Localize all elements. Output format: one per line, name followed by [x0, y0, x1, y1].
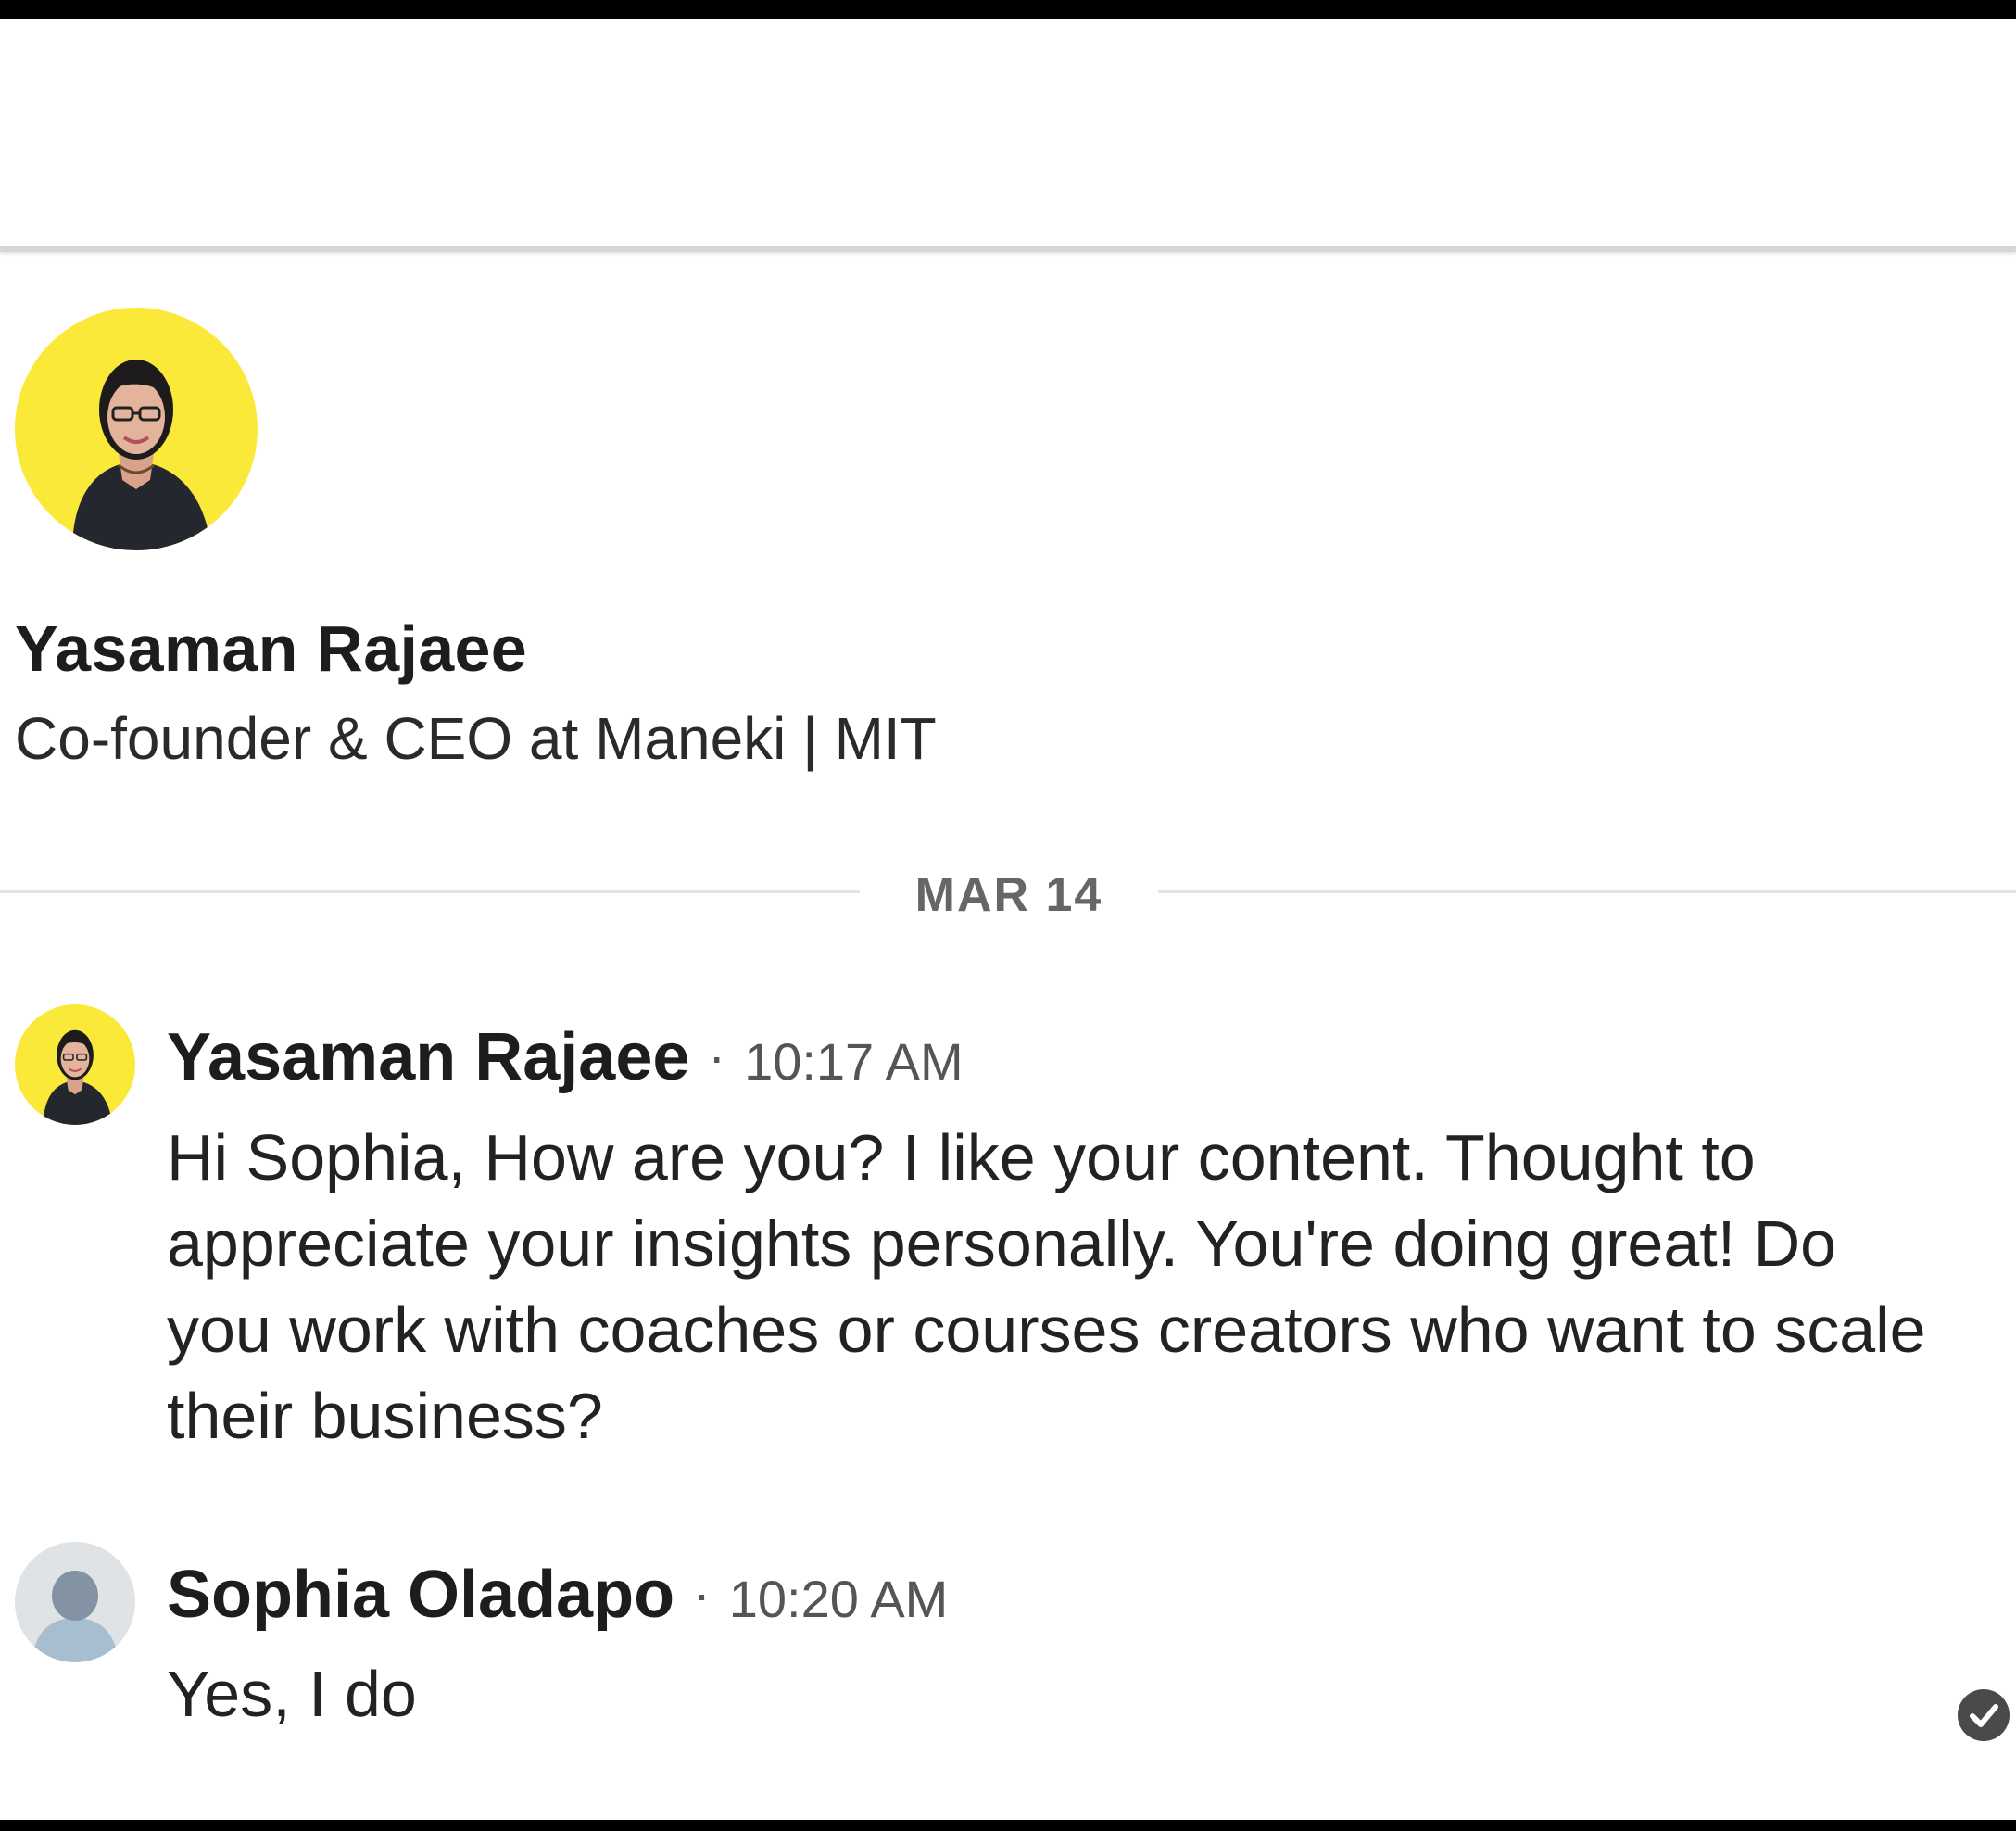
- person-photo-icon: [72, 360, 211, 550]
- read-check-icon: [1958, 1689, 2010, 1741]
- profile-avatar[interactable]: [15, 308, 258, 550]
- date-divider-line: [1158, 890, 2016, 893]
- message-time: 10:17 AM: [744, 1032, 964, 1091]
- message-text: Hi Sophia, How are you? I like your cont…: [167, 1121, 1926, 1452]
- profile-name[interactable]: Yasaman Rajaee: [15, 612, 527, 686]
- date-divider-line: [0, 890, 860, 893]
- sender-avatar[interactable]: [15, 1004, 135, 1125]
- person-photo-icon: [43, 1029, 113, 1125]
- message-header: Yasaman Rajaee · 10:17 AM: [167, 1019, 964, 1095]
- message-text: Yes, I do: [167, 1658, 417, 1730]
- messaging-screen: Yasaman Rajaee Co-founder & CEO at Manek…: [0, 19, 2016, 1820]
- date-divider-label: MAR 14: [914, 868, 1103, 922]
- sender-name[interactable]: Yasaman Rajaee: [167, 1020, 689, 1094]
- message-time: 10:20 AM: [728, 1570, 949, 1628]
- separator-dot: ·: [693, 1564, 711, 1623]
- sender-name[interactable]: Sophia Oladapo: [167, 1558, 674, 1632]
- top-bar-area: [0, 19, 2016, 246]
- separator-dot: ·: [708, 1027, 726, 1085]
- profile-headline: Co-founder & CEO at Maneki | MIT: [15, 705, 937, 772]
- default-person-avatar-icon: [15, 1542, 135, 1662]
- message-header: Sophia Oladapo · 10:20 AM: [167, 1557, 948, 1633]
- sender-avatar[interactable]: [15, 1542, 135, 1662]
- header-divider: [0, 246, 2016, 252]
